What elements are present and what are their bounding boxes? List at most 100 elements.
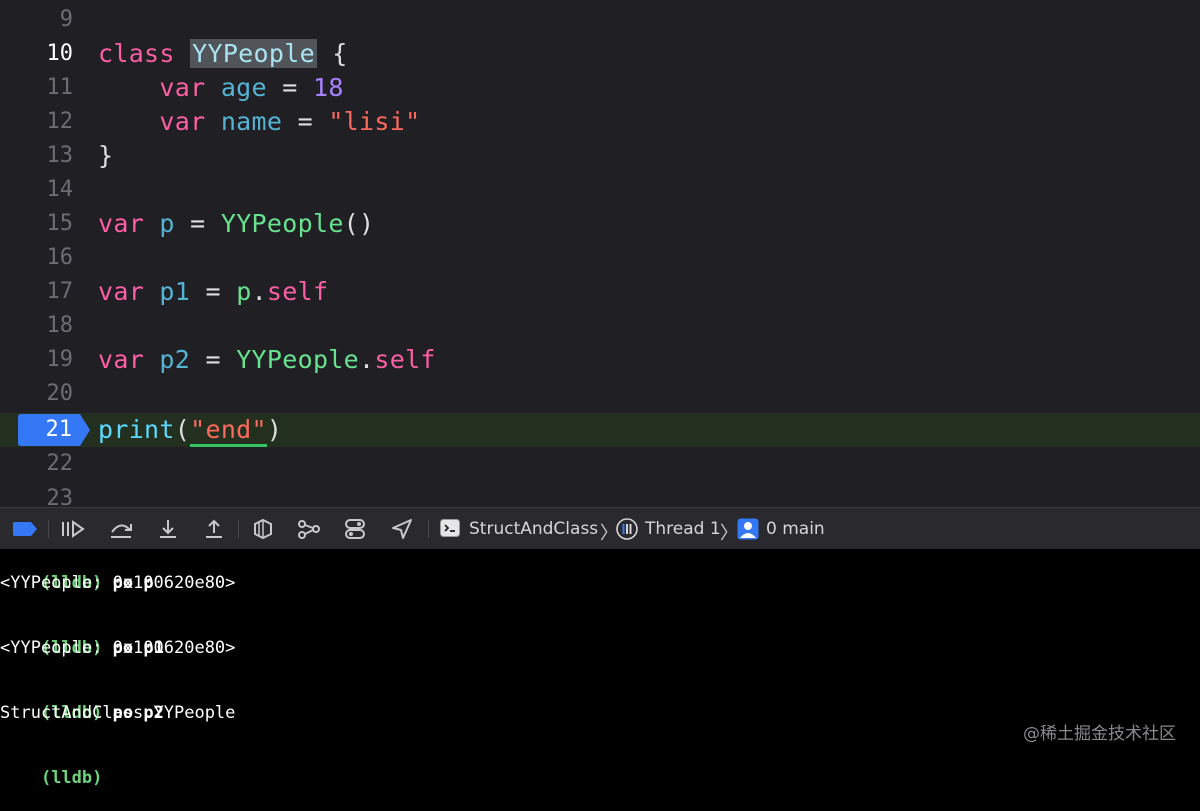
view-hierarchy-button[interactable] <box>250 517 276 541</box>
terminal-icon <box>440 519 460 537</box>
keyword: var <box>98 209 145 238</box>
code-line[interactable]: 22 <box>0 447 1200 481</box>
keyword: class <box>98 39 175 68</box>
operator: = <box>282 73 298 102</box>
line-number[interactable]: 17 <box>0 275 74 309</box>
line-number[interactable]: 9 <box>0 3 73 37</box>
current-execution-line[interactable]: 21 print("end") <box>0 413 1200 447</box>
code-line[interactable]: 11 var age = 18 <box>0 71 1200 105</box>
line-number[interactable]: 23 <box>0 482 74 507</box>
line-number[interactable]: 14 <box>0 173 74 207</box>
line-number[interactable]: 16 <box>0 241 74 275</box>
code-line[interactable]: 18 <box>0 309 1200 343</box>
line-number: 21 <box>45 417 73 442</box>
identifier: name <box>220 107 283 136</box>
chevron-right-icon: 〉 <box>720 523 738 544</box>
line-number[interactable]: 10 <box>0 37 74 71</box>
self-keyword: self <box>374 345 436 374</box>
console-output: <YYPeople: 0x100620e80> <box>0 638 236 658</box>
line-number[interactable]: 13 <box>0 139 74 173</box>
stack-frame-icon <box>737 518 759 540</box>
line-number[interactable]: 15 <box>0 207 74 241</box>
brace: } <box>98 141 114 170</box>
operator: = <box>297 107 313 136</box>
type-name: YYPeople <box>236 345 360 374</box>
code-text[interactable]: var p = YYPeople() <box>98 207 374 241</box>
lldb-prompt: (lldb) <box>40 767 103 788</box>
code-text[interactable]: var p1 = p.self <box>98 275 328 309</box>
step-over-icon <box>111 524 132 538</box>
identifier-ref: p <box>236 277 252 306</box>
code-text[interactable]: class YYPeople { <box>98 37 348 71</box>
code-editor[interactable]: 9 10 class YYPeople { 11 var age = 18 12… <box>0 0 1200 507</box>
step-out-button[interactable] <box>201 517 227 541</box>
debug-bar: StructAndClass 〉 Thread 1 〉 0 main <box>0 507 1200 549</box>
call-parens: () <box>343 209 375 238</box>
line-number[interactable]: 20 <box>0 377 74 411</box>
code-line[interactable]: 17 var p1 = p.self <box>0 275 1200 309</box>
line-number[interactable]: 18 <box>0 309 74 343</box>
code-line[interactable]: 23 <box>0 482 1200 507</box>
separator <box>48 520 49 538</box>
code-line[interactable]: 20 <box>0 377 1200 411</box>
code-line[interactable]: 9 <box>0 3 1200 37</box>
line-number[interactable]: 12 <box>0 105 74 139</box>
simulate-location-icon <box>392 519 412 539</box>
code-text[interactable]: } <box>98 139 113 173</box>
code-line[interactable]: 10 class YYPeople { <box>0 37 1200 71</box>
line-number[interactable]: 22 <box>0 447 74 481</box>
identifier: p <box>159 209 175 238</box>
breakpoint-marker[interactable]: 21 <box>18 414 90 446</box>
separator <box>238 520 239 538</box>
line-number[interactable]: 19 <box>0 343 74 377</box>
brace: { <box>332 39 348 68</box>
continue-icon <box>62 520 85 538</box>
code-line[interactable]: 19 var p2 = YYPeople.self <box>0 343 1200 377</box>
view-hierarchy-icon <box>254 518 272 540</box>
operator: = <box>205 277 221 306</box>
selected-identifier[interactable]: YYPeople <box>190 39 317 68</box>
environment-overrides-button[interactable] <box>342 517 368 541</box>
dot: . <box>251 277 267 306</box>
step-into-button[interactable] <box>155 517 181 541</box>
code-line[interactable]: 14 <box>0 173 1200 207</box>
paren: ) <box>266 415 283 444</box>
identifier: age <box>220 73 267 102</box>
debug-console[interactable]: (lldb) po p <YYPeople: 0x100620e80> (lld… <box>0 549 1200 788</box>
breakpoints-toggle-button[interactable] <box>12 517 38 541</box>
type-name: YYPeople <box>220 209 344 238</box>
environment-overrides-icon <box>345 519 365 539</box>
memory-graph-button[interactable] <box>296 517 322 541</box>
continue-button[interactable] <box>60 517 86 541</box>
code-line[interactable]: 15 var p = YYPeople() <box>0 207 1200 241</box>
operator: = <box>205 345 221 374</box>
separator <box>428 520 429 538</box>
step-into-icon <box>160 520 176 538</box>
keyword: var <box>159 107 206 136</box>
code-line[interactable]: 12 var name = "lisi" <box>0 105 1200 139</box>
breadcrumb-target[interactable]: StructAndClass <box>469 508 598 550</box>
step-over-button[interactable] <box>108 517 134 541</box>
code-line[interactable]: 16 <box>0 241 1200 275</box>
thread-icon <box>616 518 638 540</box>
keyword: var <box>98 345 145 374</box>
code-text[interactable]: print("end") <box>98 413 282 447</box>
paren: ( <box>174 415 191 444</box>
code-text[interactable]: var name = "lisi" <box>98 105 420 139</box>
number-literal: 18 <box>312 73 344 102</box>
code-text[interactable]: var p2 = YYPeople.self <box>98 343 436 377</box>
identifier: p2 <box>159 345 191 374</box>
console-output: <YYPeople: 0x100620e80> <box>0 573 236 593</box>
simulate-location-button[interactable] <box>389 517 415 541</box>
memory-graph-icon <box>298 520 320 539</box>
code-line[interactable]: 13 } <box>0 139 1200 173</box>
self-keyword: self <box>266 277 329 306</box>
code-text[interactable]: var age = 18 <box>98 71 344 105</box>
breadcrumb-thread[interactable]: Thread 1 <box>645 508 721 550</box>
keyword: var <box>159 73 206 102</box>
breadcrumb-frame[interactable]: 0 main <box>766 508 825 550</box>
line-number[interactable]: 11 <box>0 71 74 105</box>
console-input-line[interactable]: (lldb) <box>0 746 102 811</box>
identifier: p1 <box>159 277 191 306</box>
string-literal: "lisi" <box>328 107 421 136</box>
